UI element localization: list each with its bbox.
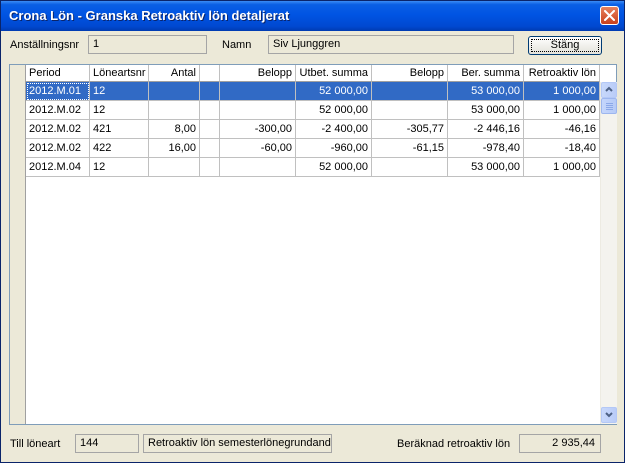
col-header-calc-sum[interactable]: Ber. summa [448,65,524,82]
name-field: Siv Ljunggren [268,35,514,54]
cell-wage-type-no[interactable]: 421 [90,120,149,139]
col-header-quantity[interactable]: Antal [149,65,200,82]
title-bar[interactable]: Crona Lön - Granska Retroaktiv lön detal… [1,1,624,31]
cell-blank[interactable] [200,101,220,120]
cell-paid-sum[interactable]: 52 000,00 [296,101,372,120]
cell-wage-type-no[interactable]: 422 [90,139,149,158]
calc-retro-label: Beräknad retroaktiv lön [397,438,511,450]
cell-quantity[interactable] [149,158,200,177]
arrow-down-icon [605,412,613,418]
table-row[interactable]: 2012.M.02 422 16,00 -60,00 -960,00 -61,15 -978… [26,139,600,158]
cell-retro-salary[interactable]: -46,16 [524,120,600,139]
cell-calc-sum[interactable]: 53 000,00 [448,158,524,177]
cell-amount[interactable]: -60,00 [220,139,296,158]
col-header-blank[interactable] [200,65,220,82]
close-x-icon [604,10,615,21]
cell-blank[interactable] [200,158,220,177]
cell-amount-calc[interactable]: -61,15 [372,139,448,158]
cell-paid-sum[interactable]: 52 000,00 [296,82,372,101]
cell-quantity[interactable] [149,101,200,120]
col-header-amount-calc[interactable]: Belopp [372,65,448,82]
cell-paid-sum[interactable]: 52 000,00 [296,158,372,177]
cell-amount[interactable] [220,158,296,177]
row-selector-column [10,65,26,424]
vertical-scrollbar[interactable] [600,82,617,424]
cell-quantity[interactable]: 16,00 [149,139,200,158]
cell-quantity[interactable] [149,82,200,101]
cell-quantity[interactable]: 8,00 [149,120,200,139]
employee-no-field: 1 [88,35,207,54]
retro-grid[interactable]: Period Löneartsnr Antal Belopp Utbet. su… [9,64,617,425]
table-row[interactable]: 2012.M.02 421 8,00 -300,00 -2 400,00 -305,77-… [26,120,600,139]
col-header-amount[interactable]: Belopp [220,65,296,82]
cell-calc-sum[interactable]: -978,40 [448,139,524,158]
cell-amount-calc[interactable]: -305,77 [372,120,448,139]
cell-wage-type-no[interactable]: 12 [90,158,149,177]
retroactive-salary-window: Crona Lön - Granska Retroaktiv lön detal… [0,0,625,463]
cell-wage-type-no[interactable]: 12 [90,82,149,101]
cell-period[interactable]: 2012.M.02 [26,101,90,120]
cell-retro-salary[interactable]: 1 000,00 [524,82,600,101]
cell-period[interactable]: 2012.M.01 [26,82,90,101]
cell-paid-sum[interactable]: -960,00 [296,139,372,158]
cell-period[interactable]: 2012.M.02 [26,120,90,139]
cell-period[interactable]: 2012.M.02 [26,139,90,158]
cell-wage-type-no[interactable]: 12 [90,101,149,120]
table-row[interactable]: 2012.M.01 12 52 000,00 53 000,00 1 000,00 [26,82,600,101]
window-title: Crona Lön - Granska Retroaktiv lön detal… [9,8,290,23]
cell-calc-sum[interactable]: 53 000,00 [448,82,524,101]
cell-amount[interactable]: -300,00 [220,120,296,139]
cell-retro-salary[interactable]: 1 000,00 [524,158,600,177]
scroll-up-button[interactable] [601,82,617,98]
cell-amount-calc[interactable] [372,101,448,120]
scroll-thumb[interactable] [601,98,617,114]
arrow-up-icon [605,86,613,92]
table-row[interactable]: 2012.M.04 12 52 000,00 53 000,00 1 000,00 [26,158,600,177]
to-wage-type-field: 144 [75,434,139,453]
cell-amount-calc[interactable] [372,158,448,177]
cell-amount[interactable] [220,82,296,101]
grid-header: Period Löneartsnr Antal Belopp Utbet. su… [26,65,600,82]
employee-no-label: Anställningsnr [10,39,80,51]
close-button[interactable]: Stäng [528,36,602,55]
cell-paid-sum[interactable]: -2 400,00 [296,120,372,139]
cell-calc-sum[interactable]: 53 000,00 [448,101,524,120]
cell-blank[interactable] [200,139,220,158]
scroll-down-button[interactable] [601,407,617,423]
cell-amount[interactable] [220,101,296,120]
col-header-wage-type-no[interactable]: Löneartsnr [90,65,149,82]
cell-period[interactable]: 2012.M.04 [26,158,90,177]
cell-blank[interactable] [200,82,220,101]
name-label: Namn [222,39,252,51]
col-header-paid-sum[interactable]: Utbet. summa [296,65,372,82]
to-wage-type-desc-field: Retroaktiv lön semesterlönegrundande [143,434,332,453]
cell-blank[interactable] [200,120,220,139]
cell-retro-salary[interactable]: -18,40 [524,139,600,158]
table-row[interactable]: 2012.M.02 12 52 000,00 53 000,00 1 000,00 [26,101,600,120]
close-button-label: Stäng [550,39,580,51]
cell-retro-salary[interactable]: 1 000,00 [524,101,600,120]
cell-amount-calc[interactable] [372,82,448,101]
col-header-period[interactable]: Period [26,65,90,82]
cell-calc-sum[interactable]: -2 446,16 [448,120,524,139]
window-close-button[interactable] [600,6,619,25]
col-header-retro-salary[interactable]: Retroaktiv lön [524,65,600,82]
calc-retro-field: 2 935,44 [519,434,601,453]
to-wage-type-label: Till löneart [10,438,61,450]
